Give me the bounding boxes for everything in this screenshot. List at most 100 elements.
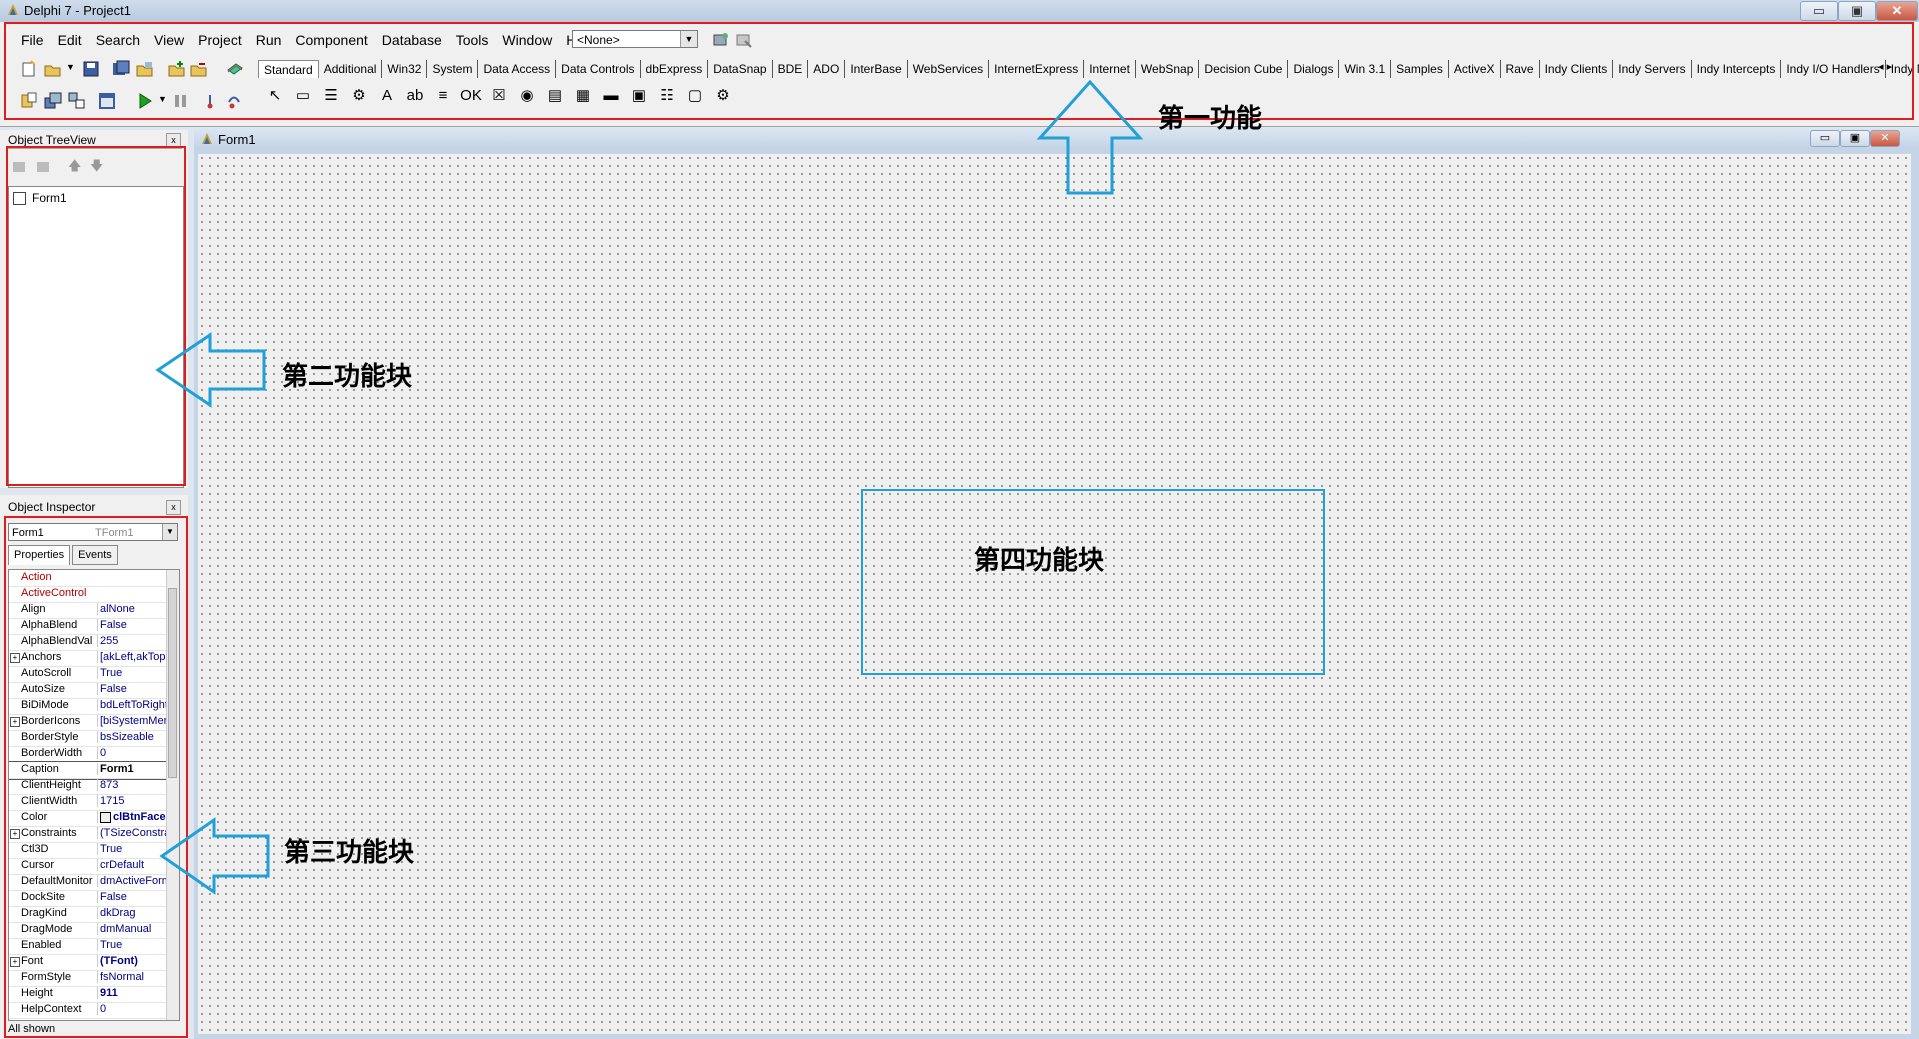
palette-tab-interbase[interactable]: InterBase xyxy=(845,60,908,78)
run-icon[interactable] xyxy=(136,92,154,110)
palette-component-14[interactable]: ☷ xyxy=(654,83,680,107)
palette-tab-indy-intercepts[interactable]: Indy Intercepts xyxy=(1692,60,1782,78)
palette-tab-bde[interactable]: BDE xyxy=(773,60,809,78)
palette-tab-indy-clients[interactable]: Indy Clients xyxy=(1540,60,1614,78)
expand-icon[interactable]: + xyxy=(10,829,20,839)
palette-component-15[interactable]: ▢ xyxy=(682,83,708,107)
new-icon[interactable] xyxy=(20,60,38,78)
debug-desktop-icon[interactable] xyxy=(735,31,753,49)
step-over-icon[interactable] xyxy=(226,92,244,110)
palette-tab-ado[interactable]: ADO xyxy=(808,60,846,78)
menu-project[interactable]: Project xyxy=(191,28,249,50)
palette-tab-standard[interactable]: Standard xyxy=(258,60,319,78)
palette-tab-datasnap[interactable]: DataSnap xyxy=(708,60,773,78)
palette-tab-dbexpress[interactable]: dbExpress xyxy=(641,60,709,78)
palette-component-6[interactable]: ≡ xyxy=(430,83,456,107)
palette-tab-dialogs[interactable]: Dialogs xyxy=(1288,60,1340,78)
property-row-borderwidth[interactable]: BorderWidth 0 xyxy=(9,746,167,763)
property-row-alphablend[interactable]: AlphaBlend False xyxy=(9,618,167,635)
arrow-up-icon[interactable]: 🡅 xyxy=(68,157,81,179)
menu-file[interactable]: File xyxy=(14,28,51,50)
palette-tab-samples[interactable]: Samples xyxy=(1391,60,1449,78)
chevron-down-icon[interactable]: ▼ xyxy=(162,524,177,540)
property-value[interactable]: [biSystemMen xyxy=(97,715,170,727)
property-row-borderstyle[interactable]: BorderStyle bsSizeable xyxy=(9,730,167,747)
property-value[interactable]: True xyxy=(97,939,170,951)
palette-tab-indy-i-o-handlers[interactable]: Indy I/O Handlers xyxy=(1781,60,1886,78)
palette-component-2[interactable]: ☰ xyxy=(318,83,344,107)
property-row-defaultmonitor[interactable]: DefaultMonitor dmActiveForm xyxy=(9,874,170,891)
property-value[interactable]: bsSizeable xyxy=(97,731,170,743)
property-row-alphablendval[interactable]: AlphaBlendVal 255 xyxy=(9,634,167,651)
save-icon[interactable] xyxy=(82,60,100,78)
open-project-icon[interactable] xyxy=(136,60,154,78)
property-row-dragkind[interactable]: DragKind dkDrag xyxy=(9,906,167,923)
property-row-enabled[interactable]: Enabled True xyxy=(9,938,167,955)
property-row-height[interactable]: Height 911 xyxy=(9,986,167,1003)
palette-tab-activex[interactable]: ActiveX xyxy=(1449,60,1501,78)
palette-tab-internet[interactable]: Internet xyxy=(1084,60,1136,78)
tab-events[interactable]: Events xyxy=(72,545,118,565)
property-value[interactable]: alNone xyxy=(97,603,170,615)
desktop-layout-combo[interactable]: <None> ▼ xyxy=(572,30,698,48)
save-desktop-icon[interactable] xyxy=(712,31,730,49)
property-row-caption[interactable]: Caption Form1 xyxy=(9,761,168,780)
property-value[interactable]: 255 xyxy=(97,635,170,647)
property-value[interactable]: 911 xyxy=(97,987,170,999)
palette-tab-internetexpress[interactable]: InternetExpress xyxy=(989,60,1085,78)
property-row-bidimode[interactable]: BiDiMode bdLeftToRight xyxy=(9,698,168,715)
property-value[interactable]: False xyxy=(97,683,170,695)
palette-component-8[interactable]: ☒ xyxy=(486,83,512,107)
palette-component-11[interactable]: ▦ xyxy=(570,83,596,107)
add-file-icon[interactable] xyxy=(168,60,186,78)
menu-search[interactable]: Search xyxy=(89,28,147,50)
form-close-button[interactable]: ✕ xyxy=(1870,130,1900,147)
help-book-icon[interactable] xyxy=(226,60,244,78)
palette-tab-data-controls[interactable]: Data Controls xyxy=(556,60,641,78)
palette-tab-system[interactable]: System xyxy=(427,60,479,78)
palette-component-12[interactable]: ▬ xyxy=(598,83,624,107)
inspector-close-button[interactable]: x xyxy=(166,500,181,515)
remove-file-icon[interactable] xyxy=(190,60,208,78)
palette-tab-data-access[interactable]: Data Access xyxy=(478,60,557,78)
trace-into-icon[interactable] xyxy=(204,92,222,110)
arrow-down-icon[interactable]: 🡇 xyxy=(90,157,103,179)
palette-component-16[interactable]: ⚙ xyxy=(710,83,736,107)
menu-window[interactable]: Window xyxy=(495,28,559,50)
menu-database[interactable]: Database xyxy=(375,28,449,50)
property-value[interactable]: (TFont) xyxy=(97,955,170,967)
menu-edit[interactable]: Edit xyxy=(51,28,89,50)
open-icon[interactable] xyxy=(44,60,62,78)
property-row-cursor[interactable]: Cursor crDefault xyxy=(9,858,167,875)
palette-scroll-arrows[interactable]: ◂ ▸ xyxy=(1878,60,1892,73)
property-row-formstyle[interactable]: FormStyle fsNormal xyxy=(9,970,167,987)
property-row-dragmode[interactable]: DragMode dmManual xyxy=(9,922,167,939)
palette-tab-websnap[interactable]: WebSnap xyxy=(1136,60,1200,78)
palette-tab-decision-cube[interactable]: Decision Cube xyxy=(1199,60,1289,78)
property-value[interactable]: 0 xyxy=(97,1003,170,1015)
open-dropdown-icon[interactable]: ▼ xyxy=(66,62,75,72)
palette-tab-indy-servers[interactable]: Indy Servers xyxy=(1613,60,1692,78)
property-value[interactable]: 873 xyxy=(97,779,170,791)
object-selector[interactable]: Form1 TForm1 ▼ xyxy=(8,523,178,541)
palette-component-5[interactable]: ab xyxy=(402,83,428,107)
property-row-color[interactable]: Color clBtnFace xyxy=(9,810,167,827)
toggle-form-unit-icon[interactable] xyxy=(68,92,86,110)
property-row-activecontrol[interactable]: ActiveControl xyxy=(9,586,167,603)
property-value[interactable]: 1715 xyxy=(97,795,170,807)
property-row-docksite[interactable]: DockSite False xyxy=(9,890,167,907)
view-unit-icon[interactable] xyxy=(20,92,38,110)
menu-tools[interactable]: Tools xyxy=(449,28,496,50)
property-row-clientwidth[interactable]: ClientWidth 1715 xyxy=(9,794,167,811)
palette-tab-rave[interactable]: Rave xyxy=(1501,60,1540,78)
palette-component-13[interactable]: ▣ xyxy=(626,83,652,107)
property-row-constraints[interactable]: + Constraints (TSizeConstra xyxy=(9,826,170,843)
palette-component-10[interactable]: ▤ xyxy=(542,83,568,107)
palette-tab-win-3-1[interactable]: Win 3.1 xyxy=(1339,60,1392,78)
property-value[interactable]: True xyxy=(97,667,170,679)
property-row-autosize[interactable]: AutoSize False xyxy=(9,682,167,699)
view-form-icon[interactable] xyxy=(44,92,62,110)
property-row-align[interactable]: Align alNone xyxy=(9,602,167,619)
save-all-icon[interactable] xyxy=(112,60,130,78)
property-value[interactable]: dkDrag xyxy=(97,907,170,919)
